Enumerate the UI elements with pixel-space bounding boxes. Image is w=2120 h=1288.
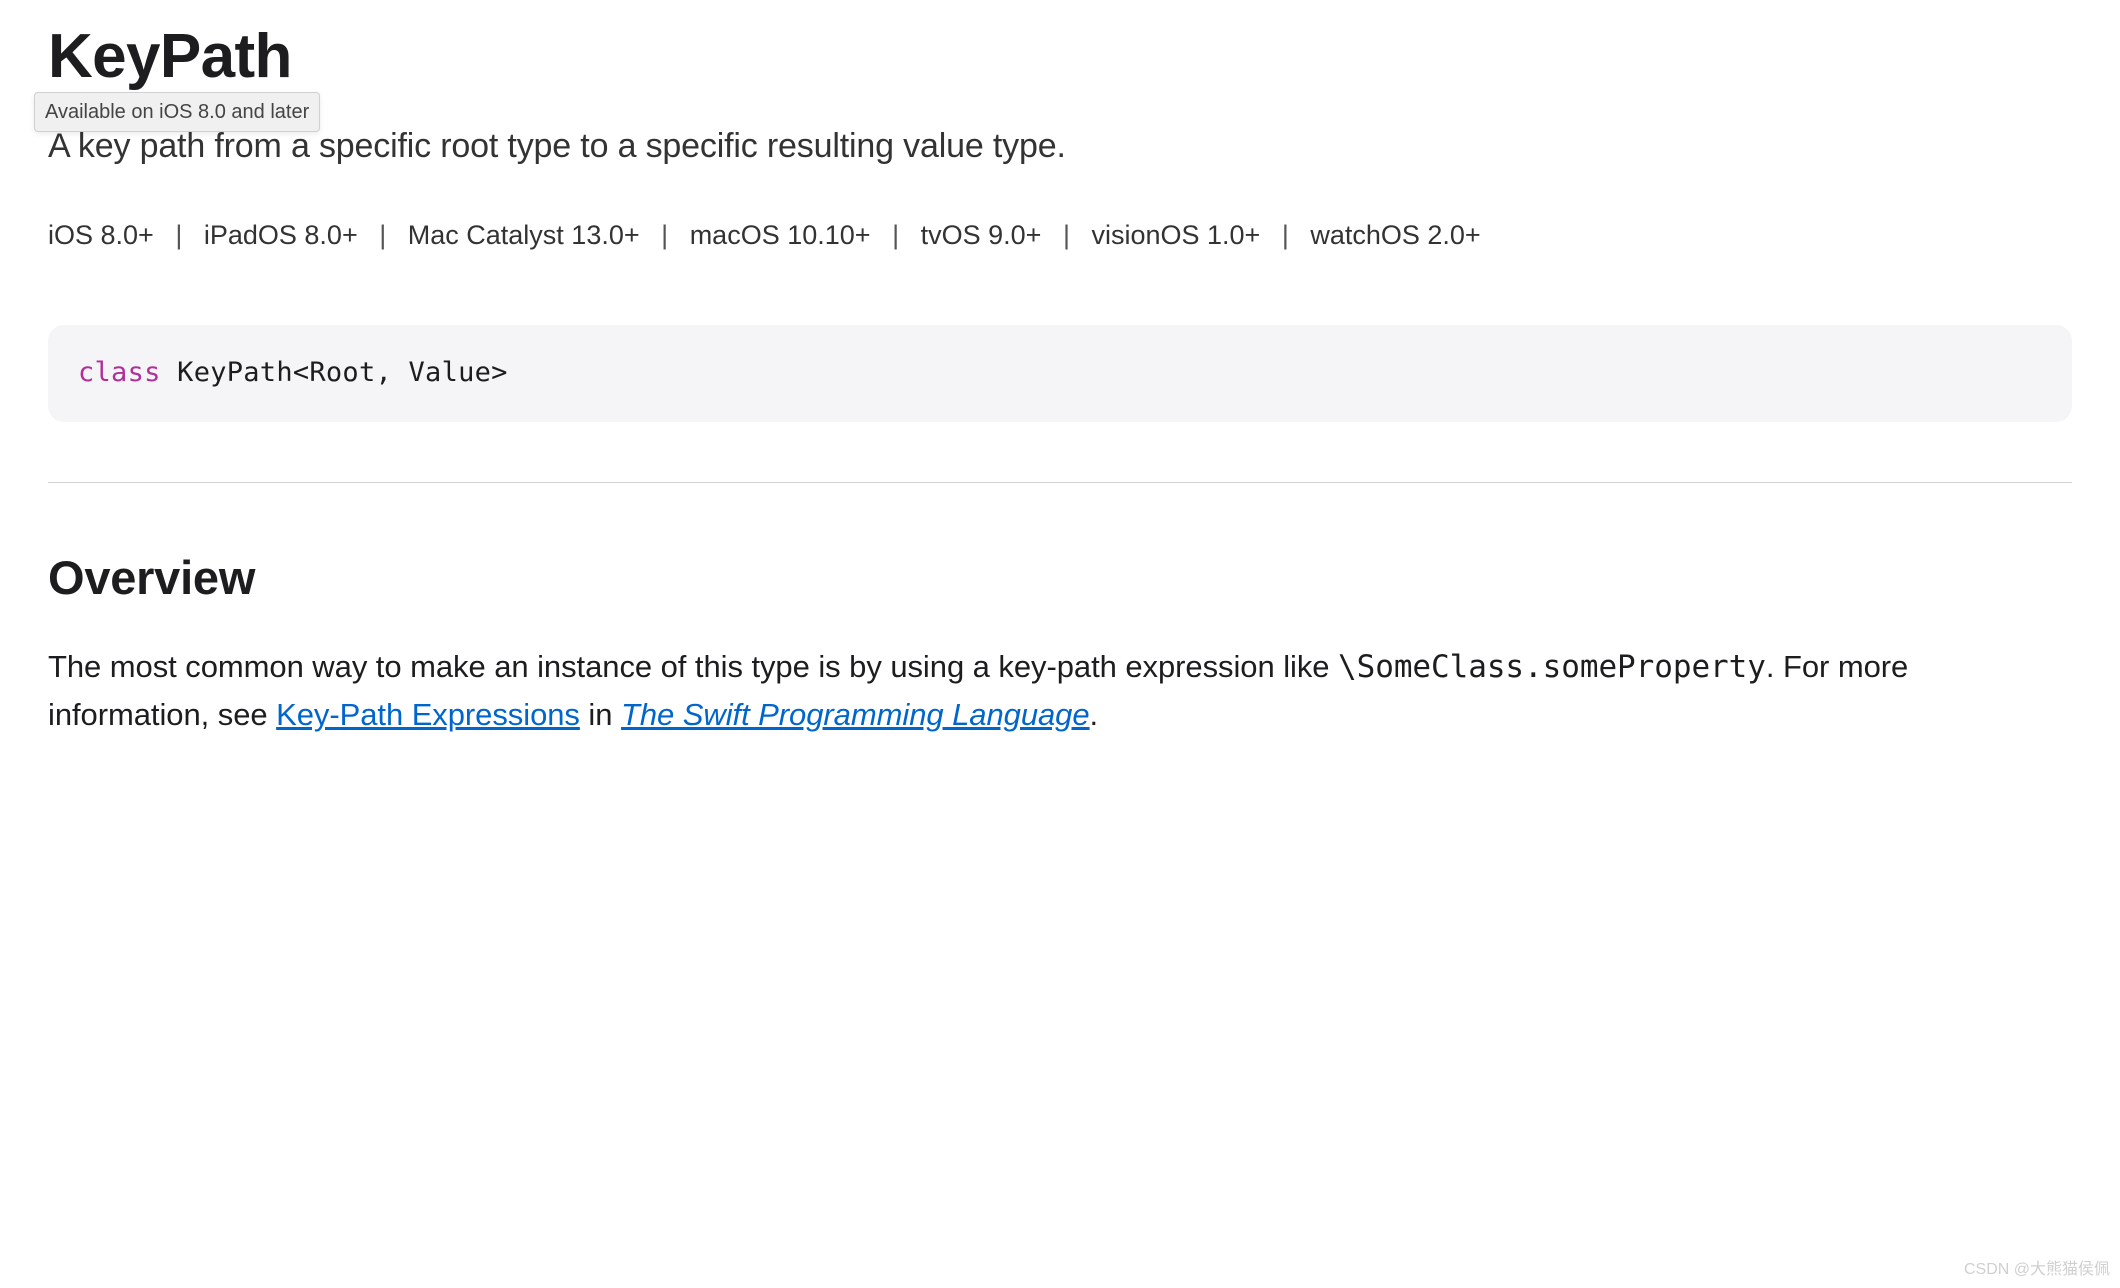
overview-text: . [1090,697,1099,732]
platform-item: visionOS 1.0+ [1091,220,1260,250]
page-subtitle: A key path from a specific root type to … [48,121,2072,172]
code-rest: KeyPath<Root, Value> [161,357,508,388]
overview-paragraph: The most common way to make an instance … [48,643,2072,739]
platform-item: iPadOS 8.0+ [204,220,358,250]
platform-separator: | [379,220,386,250]
platform-item: watchOS 2.0+ [1310,220,1480,250]
platform-tooltip: Available on iOS 8.0 and later [34,92,320,132]
keypath-expressions-link[interactable]: Key-Path Expressions [276,697,580,732]
page-title: KeyPath [48,10,2072,103]
platform-item: macOS 10.10+ [690,220,871,250]
platform-separator: | [1282,220,1289,250]
code-keyword: class [78,357,161,388]
platform-separator: | [892,220,899,250]
inline-code: \SomeClass.someProperty [1338,649,1766,685]
platform-separator: | [175,220,182,250]
swift-language-link[interactable]: The Swift Programming Language [621,697,1090,732]
overview-heading: Overview [48,543,2072,614]
overview-text: in [580,697,621,732]
watermark-text: CSDN @大熊猫侯佩 [1964,1258,2110,1282]
platform-item: tvOS 9.0+ [921,220,1042,250]
platform-item: Mac Catalyst 13.0+ [408,220,640,250]
platform-separator: | [1063,220,1070,250]
platforms-list: iOS 8.0+ | iPadOS 8.0+ | Mac Catalyst 13… [48,206,2072,265]
platform-item: iOS 8.0+ [48,220,154,250]
overview-text: The most common way to make an instance … [48,649,1338,684]
declaration-code-block: class KeyPath<Root, Value> [48,325,2072,422]
section-divider [48,482,2072,483]
platform-separator: | [661,220,668,250]
